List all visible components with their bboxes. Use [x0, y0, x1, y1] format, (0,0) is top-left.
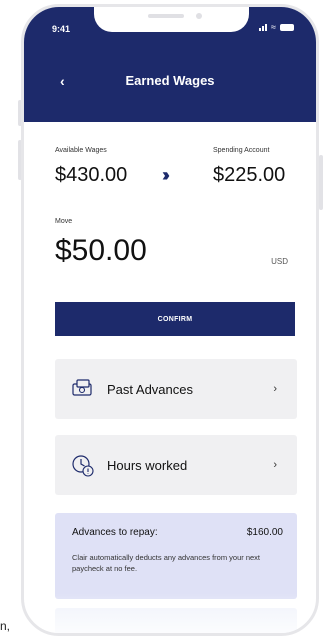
- available-wages-value: $430.00: [55, 164, 128, 186]
- confirm-button[interactable]: CONFIRM: [55, 302, 295, 336]
- chevron-right-icon: ›: [273, 383, 277, 395]
- phone-side-button: [319, 155, 323, 210]
- edge-text: n,: [0, 619, 11, 633]
- repay-amount: $160.00: [246, 527, 283, 538]
- status-time: 9:41: [52, 24, 71, 34]
- bottom-fade: [24, 593, 316, 633]
- repay-title: Advances to repay:: [72, 527, 158, 538]
- speaker-icon: [148, 14, 184, 18]
- repay-note: Clair automatically deducts any advances…: [72, 553, 261, 573]
- phone-notch: [94, 7, 249, 32]
- chevron-right-icon: ›: [273, 459, 277, 471]
- signal-icon: [259, 24, 268, 31]
- page-title: Earned Wages: [125, 73, 215, 88]
- available-wages-label: Available Wages: [55, 147, 107, 154]
- status-icons: ≈: [259, 22, 294, 32]
- advances-to-repay-box: Advances to repay: $160.00 Clair automat…: [55, 513, 297, 599]
- move-label: Move: [55, 218, 73, 225]
- camera-icon: [196, 13, 202, 19]
- wifi-icon: ≈: [271, 22, 276, 32]
- hours-worked-label: Hours worked: [107, 457, 188, 473]
- spending-account-label: Spending Account: [213, 147, 270, 154]
- battery-icon: [280, 24, 294, 31]
- move-amount-input[interactable]: $50.00: [55, 234, 147, 268]
- past-advances-label: Past Advances: [107, 381, 193, 397]
- phone-frame: 9:41 ≈ ‹ Earned Wages Available Wages $4…: [21, 4, 319, 636]
- currency-label: USD: [271, 257, 288, 266]
- past-advances-card[interactable]: Past Advances ›: [55, 359, 297, 419]
- status-bar: 9:41 ≈: [24, 7, 316, 47]
- double-chevron-icon: ››: [162, 165, 170, 185]
- app-header: 9:41 ≈ ‹ Earned Wages: [24, 7, 316, 122]
- hours-worked-card[interactable]: Hours worked ›: [55, 435, 297, 495]
- spending-account-value: $225.00: [213, 164, 286, 186]
- money-stack-icon: [71, 378, 93, 403]
- clock-icon: [71, 454, 95, 483]
